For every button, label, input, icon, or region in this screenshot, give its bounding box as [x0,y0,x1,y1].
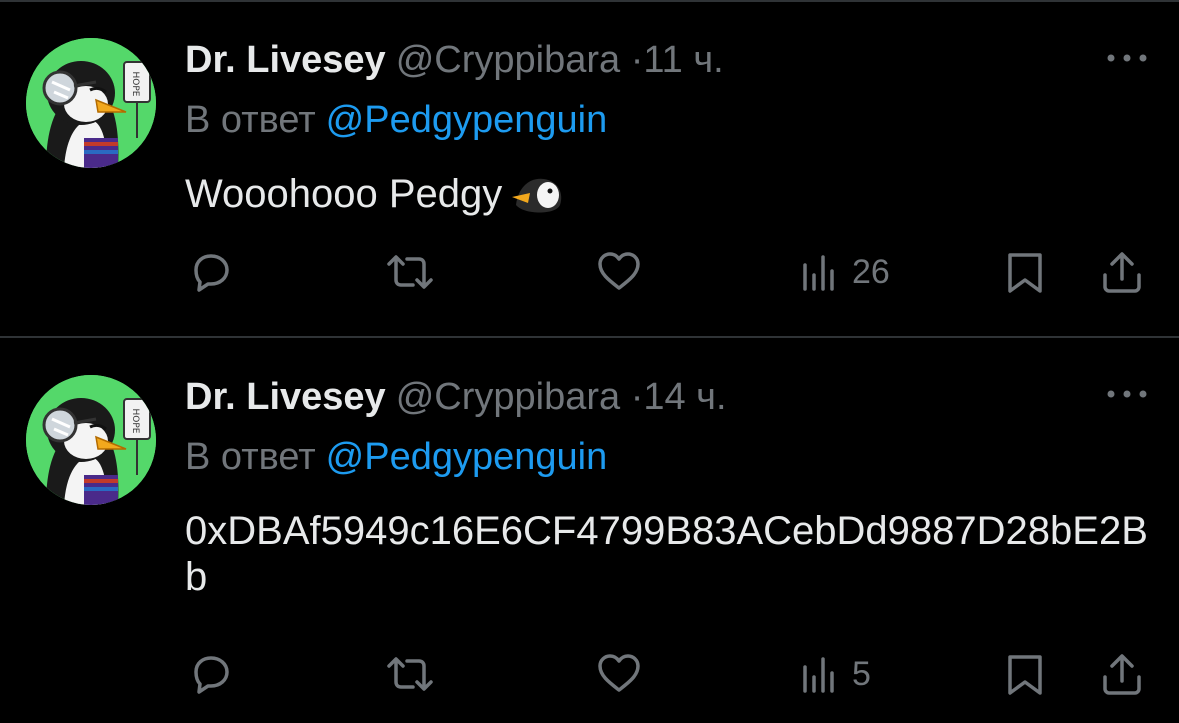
tweet[interactable]: HOPE Dr. Livesey @Cryppibara ·14 ч. В отв [0,338,1179,723]
bookmark-button[interactable] [1004,242,1046,302]
penguin-emoji-icon [510,171,566,217]
views-button[interactable]: 26 [800,242,890,302]
separator-dot: · [630,39,644,81]
reply-prefix: В ответ [185,436,316,478]
display-name[interactable]: Dr. Livesey [185,376,386,418]
svg-text:HOPE: HOPE [130,409,140,434]
views-button[interactable]: 5 [800,644,871,704]
like-icon [598,252,640,290]
tweet-actions: 5 [0,644,1179,704]
retweet-button[interactable] [385,644,435,704]
more-icon[interactable] [1105,48,1149,68]
bookmark-icon [1008,253,1042,293]
penguin-avatar-icon: HOPE [26,375,156,505]
svg-text:HOPE: HOPE [130,72,140,97]
share-button[interactable] [1099,644,1145,704]
retweet-button[interactable] [385,242,435,302]
tweet-actions: 26 [0,242,1179,302]
bookmark-icon [1008,655,1042,695]
like-button[interactable] [596,242,642,302]
separator-dot: · [630,376,644,418]
display-name[interactable]: Dr. Livesey [185,39,386,81]
penguin-avatar-icon: HOPE [26,38,156,168]
share-button[interactable] [1099,242,1145,302]
tweet-text: Wooohooo Pedgy [185,171,1155,217]
share-icon [1103,654,1141,695]
tweet-header: Dr. Livesey @Cryppibara ·14 ч. [185,375,727,419]
user-handle[interactable]: @Cryppibara [396,39,620,81]
reply-context: В ответ @Pedgypenguin [185,435,607,479]
tweet[interactable]: HOPE Dr. Livesey @Cryppibara ·11 ч. В от… [0,0,1179,338]
reply-icon [194,254,229,292]
tweet-text-content: Wooohooo Pedgy [185,172,503,216]
tweet-header: Dr. Livesey @Cryppibara ·11 ч. [185,38,724,82]
bookmark-button[interactable] [1004,644,1046,704]
reply-context: В ответ @Pedgypenguin [185,98,607,142]
views-count: 26 [852,252,890,291]
views-icon [803,657,834,693]
reply-icon [194,656,229,694]
tweet-text-content: 0xDBAf5949c16E6CF4799B83ACebDd9887D28bE2… [185,509,1148,599]
share-icon [1103,252,1141,293]
retweet-icon [387,255,433,289]
user-handle[interactable]: @Cryppibara [396,376,620,418]
avatar[interactable]: HOPE [26,38,156,168]
more-icon[interactable] [1105,384,1149,404]
reply-button[interactable] [188,644,234,704]
reply-button[interactable] [188,242,234,302]
reply-mention-link[interactable]: @Pedgypenguin [326,436,608,478]
like-icon [598,654,640,692]
retweet-icon [387,657,433,691]
views-icon [803,255,834,291]
timestamp[interactable]: 11 ч. [643,39,723,81]
avatar[interactable]: HOPE [26,375,156,505]
views-count: 5 [852,654,871,693]
timestamp[interactable]: 14 ч. [643,376,726,418]
like-button[interactable] [596,644,642,704]
reply-prefix: В ответ [185,99,316,141]
tweet-text: 0xDBAf5949c16E6CF4799B83ACebDd9887D28bE2… [185,508,1155,600]
reply-mention-link[interactable]: @Pedgypenguin [326,99,608,141]
